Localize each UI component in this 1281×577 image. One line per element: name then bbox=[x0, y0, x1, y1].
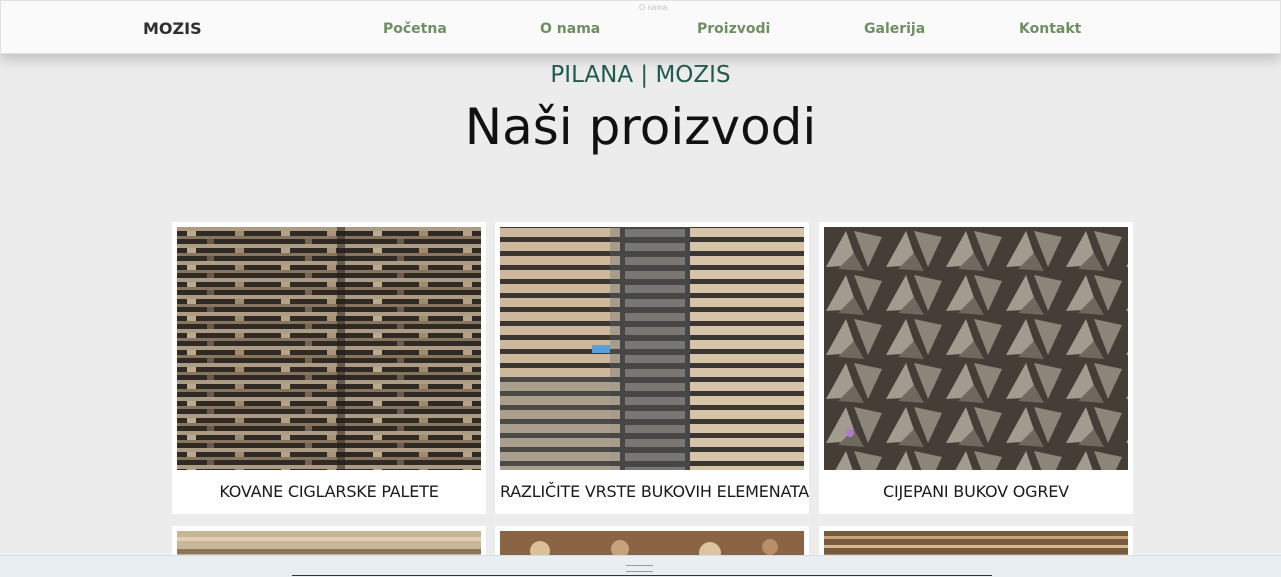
brand-logo[interactable]: MOZIS bbox=[143, 19, 202, 38]
product-card-firewood[interactable]: CIJEPANI BUKOV OGREV bbox=[819, 222, 1133, 514]
pallet-stack-image bbox=[177, 227, 481, 470]
nav-tooltip: O nama bbox=[639, 3, 668, 12]
beech-boards-image bbox=[500, 227, 804, 470]
nav-link-proizvodi[interactable]: Proizvodi bbox=[697, 21, 770, 37]
nav-link-galerija[interactable]: Galerija bbox=[864, 21, 925, 37]
product-card-beech-elements[interactable]: RAZLIČITE VRSTE BUKOVIH ELEMENATA bbox=[495, 222, 809, 514]
top-navbar: O nama MOZIS Početna O nama Proizvodi Ga… bbox=[0, 0, 1281, 54]
product-card-pallets[interactable]: KOVANE CIGLARSKE PALETE bbox=[172, 222, 486, 514]
product-label: RAZLIČITE VRSTE BUKOVIH ELEMENATA bbox=[500, 482, 810, 501]
product-label: KOVANE CIGLARSKE PALETE bbox=[219, 482, 439, 501]
nav-link-pocetna[interactable]: Početna bbox=[383, 21, 447, 37]
product-label: CIJEPANI BUKOV OGREV bbox=[883, 482, 1069, 501]
page-title: Naši proizvodi bbox=[464, 98, 817, 156]
page-subtitle: PILANA | MOZIS bbox=[550, 62, 731, 88]
drag-handle-icon[interactable] bbox=[626, 565, 653, 572]
split-firewood-image bbox=[824, 227, 1128, 470]
nav-link-kontakt[interactable]: Kontakt bbox=[1019, 21, 1081, 37]
bottom-panel-bar bbox=[0, 555, 1281, 577]
nav-link-o-nama[interactable]: O nama bbox=[540, 21, 600, 37]
